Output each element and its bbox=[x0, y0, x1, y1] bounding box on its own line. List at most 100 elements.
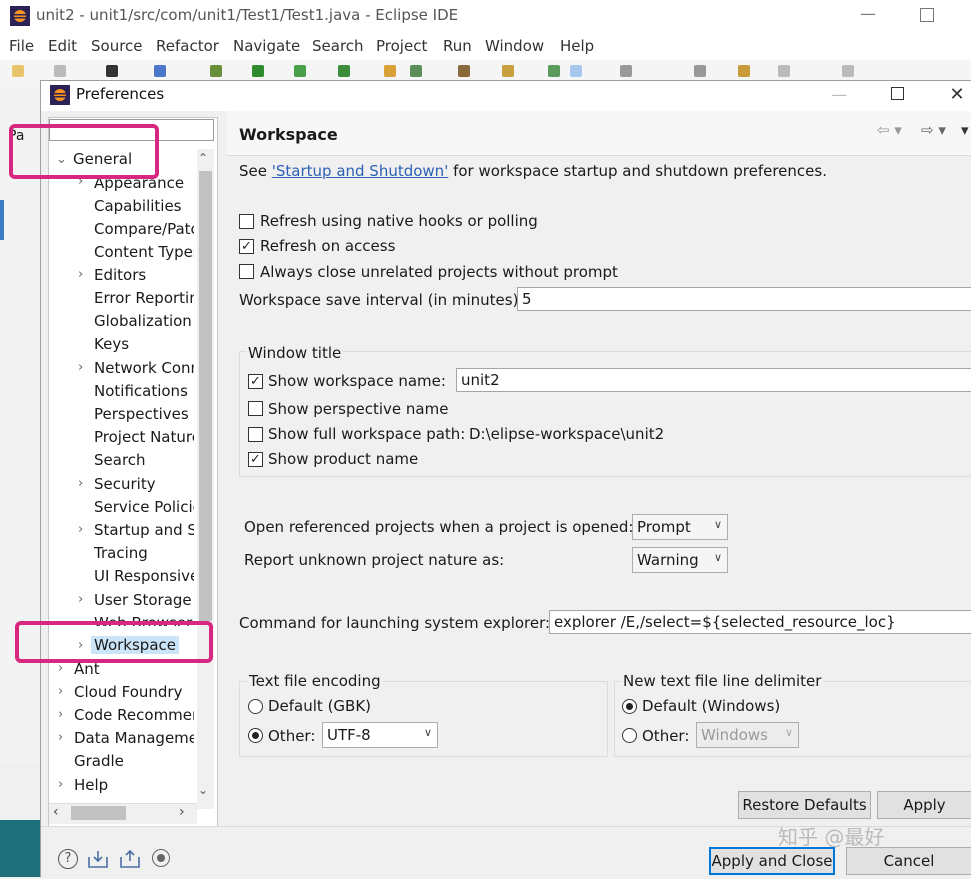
tree-item-data-management[interactable]: Data Management bbox=[74, 729, 194, 747]
chevron-right-icon[interactable]: › bbox=[58, 777, 63, 792]
new-package-icon[interactable] bbox=[410, 65, 422, 77]
menu-run[interactable]: Run bbox=[443, 37, 472, 55]
chevron-right-icon[interactable]: › bbox=[78, 476, 83, 491]
tree-item-help[interactable]: Help bbox=[74, 776, 192, 794]
delimiter-other-radio[interactable] bbox=[622, 728, 637, 743]
scroll-down-icon[interactable]: ⌄ bbox=[198, 783, 208, 797]
scroll-right-icon[interactable]: › bbox=[179, 804, 185, 820]
open-ref-select[interactable]: Prompt ∨ bbox=[632, 514, 728, 540]
tree-item-ui-responsiveness[interactable]: UI Responsiveness bbox=[94, 567, 194, 585]
delimiter-default-radio[interactable] bbox=[622, 699, 637, 714]
tree-item-search[interactable]: Search bbox=[94, 451, 194, 469]
menu-project[interactable]: Project bbox=[376, 37, 427, 55]
dialog-minimize-button[interactable]: — bbox=[819, 83, 859, 107]
scroll-left-icon[interactable]: ‹ bbox=[53, 804, 59, 820]
import-icon[interactable] bbox=[87, 849, 109, 869]
show-perspective-checkbox[interactable] bbox=[248, 401, 263, 416]
encoding-other-radio[interactable] bbox=[248, 728, 263, 743]
cancel-button[interactable]: Cancel bbox=[846, 847, 971, 875]
back-nav-icon[interactable]: ⇦ ▾ bbox=[877, 121, 902, 139]
chevron-right-icon[interactable]: › bbox=[58, 684, 63, 699]
apply-button[interactable]: Apply bbox=[877, 791, 971, 819]
tree-item-user-storage[interactable]: User Storage bbox=[94, 591, 194, 609]
tree-item-perspectives[interactable]: Perspectives bbox=[94, 405, 194, 423]
always-close-checkbox[interactable] bbox=[239, 264, 254, 279]
menu-search[interactable]: Search bbox=[312, 37, 364, 55]
dialog-close-button[interactable]: ✕ bbox=[937, 83, 971, 107]
chevron-right-icon[interactable]: › bbox=[78, 592, 83, 607]
encoding-select[interactable]: UTF-8 ∨ bbox=[322, 722, 438, 748]
startup-shutdown-link[interactable]: 'Startup and Shutdown' bbox=[272, 162, 449, 180]
restore-defaults-button[interactable]: Restore Defaults bbox=[738, 791, 871, 819]
eclipse-minimize-button[interactable]: — bbox=[860, 4, 876, 23]
tree-item-notifications[interactable]: Notifications bbox=[94, 382, 194, 400]
next-annotation-icon[interactable] bbox=[694, 65, 706, 77]
menu-source[interactable]: Source bbox=[91, 37, 143, 55]
outline-icon[interactable] bbox=[620, 65, 632, 77]
tree-item-keys[interactable]: Keys bbox=[94, 335, 194, 353]
tree-item-content-types[interactable]: Content Types bbox=[94, 243, 194, 261]
new-class-icon[interactable] bbox=[384, 65, 396, 77]
tree-item-gradle[interactable]: Gradle bbox=[74, 752, 192, 770]
tree-item-capabilities[interactable]: Capabilities bbox=[94, 197, 189, 215]
forward-icon[interactable] bbox=[842, 65, 854, 77]
chevron-right-icon[interactable]: › bbox=[58, 707, 63, 722]
tree-item-globalization[interactable]: Globalization bbox=[94, 312, 194, 330]
encoding-default-radio[interactable] bbox=[248, 699, 263, 714]
open-type-icon[interactable] bbox=[458, 65, 470, 77]
run-as-icon[interactable] bbox=[294, 65, 306, 77]
tree-item-security[interactable]: Security bbox=[94, 475, 194, 493]
forward-nav-icon[interactable]: ⇨ ▾ bbox=[921, 121, 946, 139]
run-icon[interactable] bbox=[252, 65, 264, 77]
menu-navigate[interactable]: Navigate bbox=[233, 37, 300, 55]
scroll-up-icon[interactable]: ⌃ bbox=[198, 151, 208, 165]
back-icon[interactable] bbox=[778, 65, 790, 77]
menu-help[interactable]: Help bbox=[560, 37, 594, 55]
coverage-icon[interactable] bbox=[338, 65, 350, 77]
cmd-input[interactable]: explorer /E,/select=${selected_resource_… bbox=[549, 610, 971, 634]
tree-item-service-policies[interactable]: Service Policies bbox=[94, 498, 194, 516]
build-icon[interactable] bbox=[210, 65, 222, 77]
tree-item-code-recommenders[interactable]: Code Recommenders bbox=[74, 706, 194, 724]
menu-file[interactable]: File bbox=[9, 37, 34, 55]
menu-window[interactable]: Window bbox=[485, 37, 544, 55]
show-full-path-checkbox[interactable] bbox=[248, 427, 263, 442]
new-file-icon[interactable] bbox=[12, 65, 24, 77]
search-icon[interactable] bbox=[502, 65, 514, 77]
show-product-checkbox[interactable]: ✓ bbox=[248, 452, 263, 467]
tree-item-project-natures[interactable]: Project Natures bbox=[94, 428, 194, 446]
tree-item-network[interactable]: Network Connections bbox=[94, 359, 194, 377]
help-icon[interactable]: ? bbox=[58, 849, 78, 869]
show-ws-name-checkbox[interactable]: ✓ bbox=[248, 374, 263, 389]
menu-edit[interactable]: Edit bbox=[48, 37, 77, 55]
chevron-right-icon[interactable]: › bbox=[78, 267, 83, 282]
tree-scroll-thumb[interactable] bbox=[199, 171, 212, 621]
tree-item-cloud-foundry[interactable]: Cloud Foundry bbox=[74, 683, 192, 701]
menu-dropdown-icon[interactable]: ▾ bbox=[961, 121, 969, 139]
tree-item-editors[interactable]: Editors bbox=[94, 266, 194, 284]
refresh-native-checkbox[interactable] bbox=[239, 214, 254, 229]
delimiter-select[interactable]: Windows ∨ bbox=[696, 722, 799, 748]
debug-icon[interactable] bbox=[106, 65, 118, 77]
report-unknown-select[interactable]: Warning ∨ bbox=[632, 547, 728, 573]
dialog-maximize-button[interactable] bbox=[877, 83, 917, 107]
save-icon[interactable] bbox=[54, 65, 66, 77]
export-icon[interactable] bbox=[119, 847, 141, 869]
tree-item-tracing[interactable]: Tracing bbox=[94, 544, 194, 562]
ws-name-input[interactable]: unit2 bbox=[456, 368, 971, 392]
task-icon[interactable] bbox=[548, 65, 560, 77]
apply-and-close-button[interactable]: Apply and Close bbox=[709, 847, 835, 875]
annotation-icon[interactable] bbox=[570, 65, 582, 77]
tree-item-startup[interactable]: Startup and Shutdown bbox=[94, 521, 194, 539]
tree-item-error-reporting[interactable]: Error Reporting bbox=[94, 289, 194, 307]
tree-item-compare[interactable]: Compare/Patch bbox=[94, 220, 194, 238]
save-interval-input[interactable]: 5 bbox=[517, 287, 971, 311]
prev-edit-icon[interactable] bbox=[738, 65, 750, 77]
chevron-right-icon[interactable]: › bbox=[58, 730, 63, 745]
toggle-icon[interactable] bbox=[154, 65, 166, 77]
record-icon[interactable] bbox=[152, 849, 170, 867]
chevron-right-icon[interactable]: › bbox=[78, 360, 83, 375]
eclipse-maximize-button[interactable] bbox=[920, 8, 934, 22]
tree-hscroll-thumb[interactable] bbox=[71, 806, 126, 820]
chevron-right-icon[interactable]: › bbox=[78, 522, 83, 537]
